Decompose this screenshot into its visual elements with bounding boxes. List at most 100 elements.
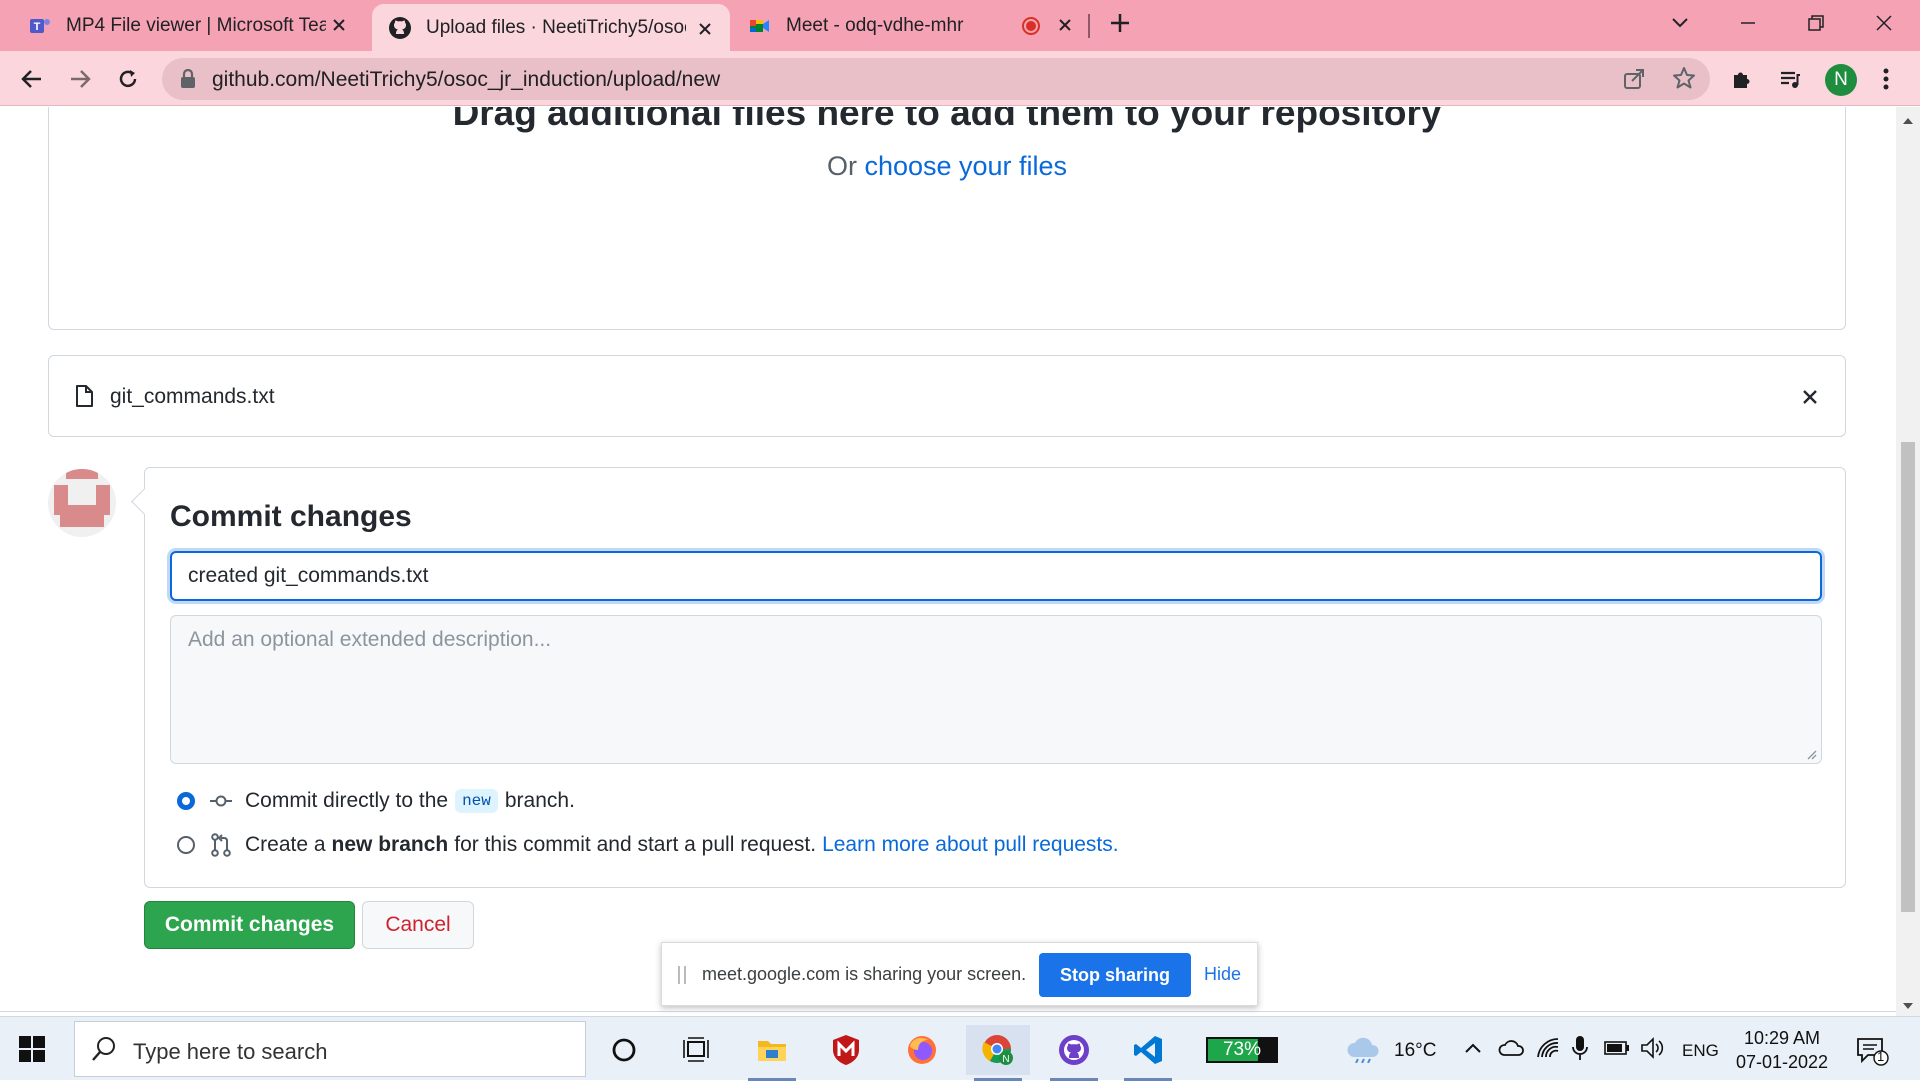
browser-toolbar: github.com/NeetiTrichy5/osoc_jr_inductio… — [0, 51, 1920, 106]
tab-teams[interactable]: T MP4 File viewer | Microsoft Teams — [14, 0, 364, 51]
commit-changes-button[interactable]: Commit changes — [144, 901, 355, 949]
file-dropzone[interactable]: Drag additional files here to add them t… — [48, 107, 1846, 330]
taskbar-firefox[interactable] — [890, 1025, 954, 1075]
chrome-icon: N — [982, 1035, 1013, 1065]
cortana-circle-icon — [612, 1038, 636, 1062]
windows-start-icon[interactable] — [18, 1035, 46, 1068]
meet-icon — [748, 14, 772, 38]
forward-arrow-icon — [71, 70, 91, 88]
extensions-button[interactable] — [1726, 63, 1758, 95]
media-control-button[interactable] — [1774, 63, 1806, 95]
page-scrollbar[interactable] — [1896, 107, 1920, 1016]
commit-direct-suffix: branch. — [504, 789, 575, 812]
git-commit-icon — [209, 793, 233, 809]
recording-icon — [1022, 17, 1040, 41]
address-bar[interactable]: github.com/NeetiTrichy5/osoc_jr_inductio… — [162, 58, 1710, 100]
lock-icon[interactable] — [180, 68, 196, 94]
weather-icon[interactable] — [1346, 1035, 1380, 1068]
task-view-button[interactable] — [664, 1025, 728, 1075]
taskbar-github-desktop[interactable] — [1042, 1025, 1106, 1081]
svg-text:N: N — [1002, 1054, 1009, 1065]
back-button[interactable] — [16, 63, 48, 95]
cortana-button[interactable] — [592, 1025, 656, 1075]
scroll-up-icon[interactable] — [1902, 113, 1914, 131]
taskbar-chrome[interactable]: N — [966, 1025, 1030, 1081]
github-desktop-icon — [1059, 1035, 1089, 1065]
taskbar-file-explorer[interactable] — [740, 1025, 804, 1081]
profile-avatar[interactable]: N — [1825, 64, 1857, 96]
close-icon[interactable] — [328, 14, 350, 36]
bookmark-star-icon[interactable] — [1672, 66, 1696, 95]
commit-direct-option[interactable]: Commit directly to the new branch. — [177, 786, 575, 816]
uploaded-file-row: git_commands.txt — [48, 355, 1846, 437]
close-icon — [1803, 390, 1817, 404]
commit-form-title: Commit changes — [170, 500, 412, 533]
file-icon — [75, 385, 93, 412]
close-window-button[interactable] — [1852, 0, 1916, 46]
tab-title: Meet - odq-vdhe-mhr — [786, 14, 964, 36]
reload-button[interactable] — [112, 63, 144, 95]
minimize-button[interactable] — [1716, 0, 1780, 46]
choose-files-link[interactable]: choose your files — [864, 151, 1067, 181]
screen-share-message: meet.google.com is sharing your screen. — [702, 964, 1027, 984]
learn-more-pr-link[interactable]: Learn more about pull requests. — [822, 833, 1119, 857]
mcafee-shield-icon — [833, 1035, 859, 1065]
windows-taskbar: Type here to search N 73% 16°C ENG 10:29… — [0, 1016, 1920, 1081]
taskbar-vscode[interactable] — [1116, 1025, 1180, 1081]
drag-handle-icon[interactable] — [678, 966, 686, 984]
temperature-label[interactable]: 16°C — [1394, 1040, 1436, 1062]
taskbar-search-box[interactable]: Type here to search — [74, 1021, 586, 1077]
onedrive-cloud-icon[interactable] — [1498, 1039, 1524, 1062]
tab-search-button[interactable] — [1648, 0, 1712, 46]
browser-tab-bar: T MP4 File viewer | Microsoft Teams Uplo… — [0, 0, 1920, 51]
volume-icon[interactable] — [1640, 1037, 1666, 1064]
language-indicator[interactable]: ENG — [1682, 1041, 1719, 1061]
tab-github-upload[interactable]: Upload files · NeetiTrichy5/osoc_jr_indu… — [372, 4, 730, 51]
user-avatar[interactable] — [48, 469, 116, 537]
puzzle-icon — [1734, 72, 1750, 88]
battery-widget[interactable]: 73% — [1206, 1037, 1278, 1063]
branch-name-badge: new — [455, 789, 498, 813]
battery-icon[interactable] — [1604, 1041, 1630, 1060]
remove-file-button[interactable] — [1797, 384, 1823, 410]
tab-meet[interactable]: Meet - odq-vdhe-mhr — [730, 0, 1090, 51]
close-icon[interactable] — [694, 18, 716, 40]
hide-button[interactable]: Hide — [1204, 964, 1241, 985]
close-icon[interactable] — [1054, 14, 1076, 36]
commit-description-textarea[interactable] — [170, 615, 1822, 764]
screen-share-notification: meet.google.com is sharing your screen. … — [661, 942, 1258, 1006]
wifi-icon[interactable] — [1536, 1037, 1560, 1064]
microphone-icon[interactable] — [1572, 1035, 1588, 1066]
menu-button[interactable] — [1870, 63, 1902, 95]
cancel-button[interactable]: Cancel — [362, 901, 474, 949]
git-pull-request-icon — [209, 833, 233, 857]
dropzone-subtitle: Or choose your files — [49, 151, 1845, 182]
playlist-icon — [1781, 71, 1800, 88]
restore-button[interactable] — [1784, 0, 1848, 46]
commit-new-branch-option[interactable]: Create a new branch for this commit and … — [177, 830, 1119, 860]
stop-sharing-button[interactable]: Stop sharing — [1039, 953, 1191, 997]
share-icon[interactable] — [1622, 67, 1646, 96]
chevron-up-icon[interactable] — [1464, 1041, 1482, 1059]
commit-new-suffix: for this commit and start a pull request… — [454, 833, 817, 856]
resize-grip-icon[interactable] — [1805, 747, 1841, 883]
close-icon — [1876, 15, 1892, 31]
commit-form: Commit changes Commit directly to the ne… — [144, 467, 1846, 888]
commit-new-branch-radio[interactable] — [177, 836, 195, 854]
new-tab-button[interactable] — [1090, 0, 1150, 46]
scroll-down-icon[interactable] — [1902, 998, 1914, 1016]
reload-icon — [119, 70, 137, 88]
taskbar-mcafee[interactable] — [814, 1025, 878, 1075]
dropzone-title: Drag additional files here to add them t… — [452, 107, 1442, 133]
forward-button[interactable] — [64, 63, 96, 95]
commit-direct-radio[interactable] — [177, 792, 195, 810]
scrollbar-thumb[interactable] — [1901, 442, 1915, 912]
taskbar-clock[interactable]: 10:29 AM 07-01-2022 — [1730, 1026, 1834, 1074]
more-vertical-icon — [1883, 68, 1889, 90]
tab-title: Upload files · NeetiTrichy5/osoc_jr_indu… — [426, 16, 686, 38]
chevron-down-icon — [1672, 18, 1688, 28]
svg-text:T: T — [34, 21, 41, 33]
commit-message-input[interactable] — [170, 551, 1822, 601]
folder-icon — [758, 1041, 786, 1061]
notification-center-icon[interactable]: 1 — [1856, 1037, 1890, 1072]
